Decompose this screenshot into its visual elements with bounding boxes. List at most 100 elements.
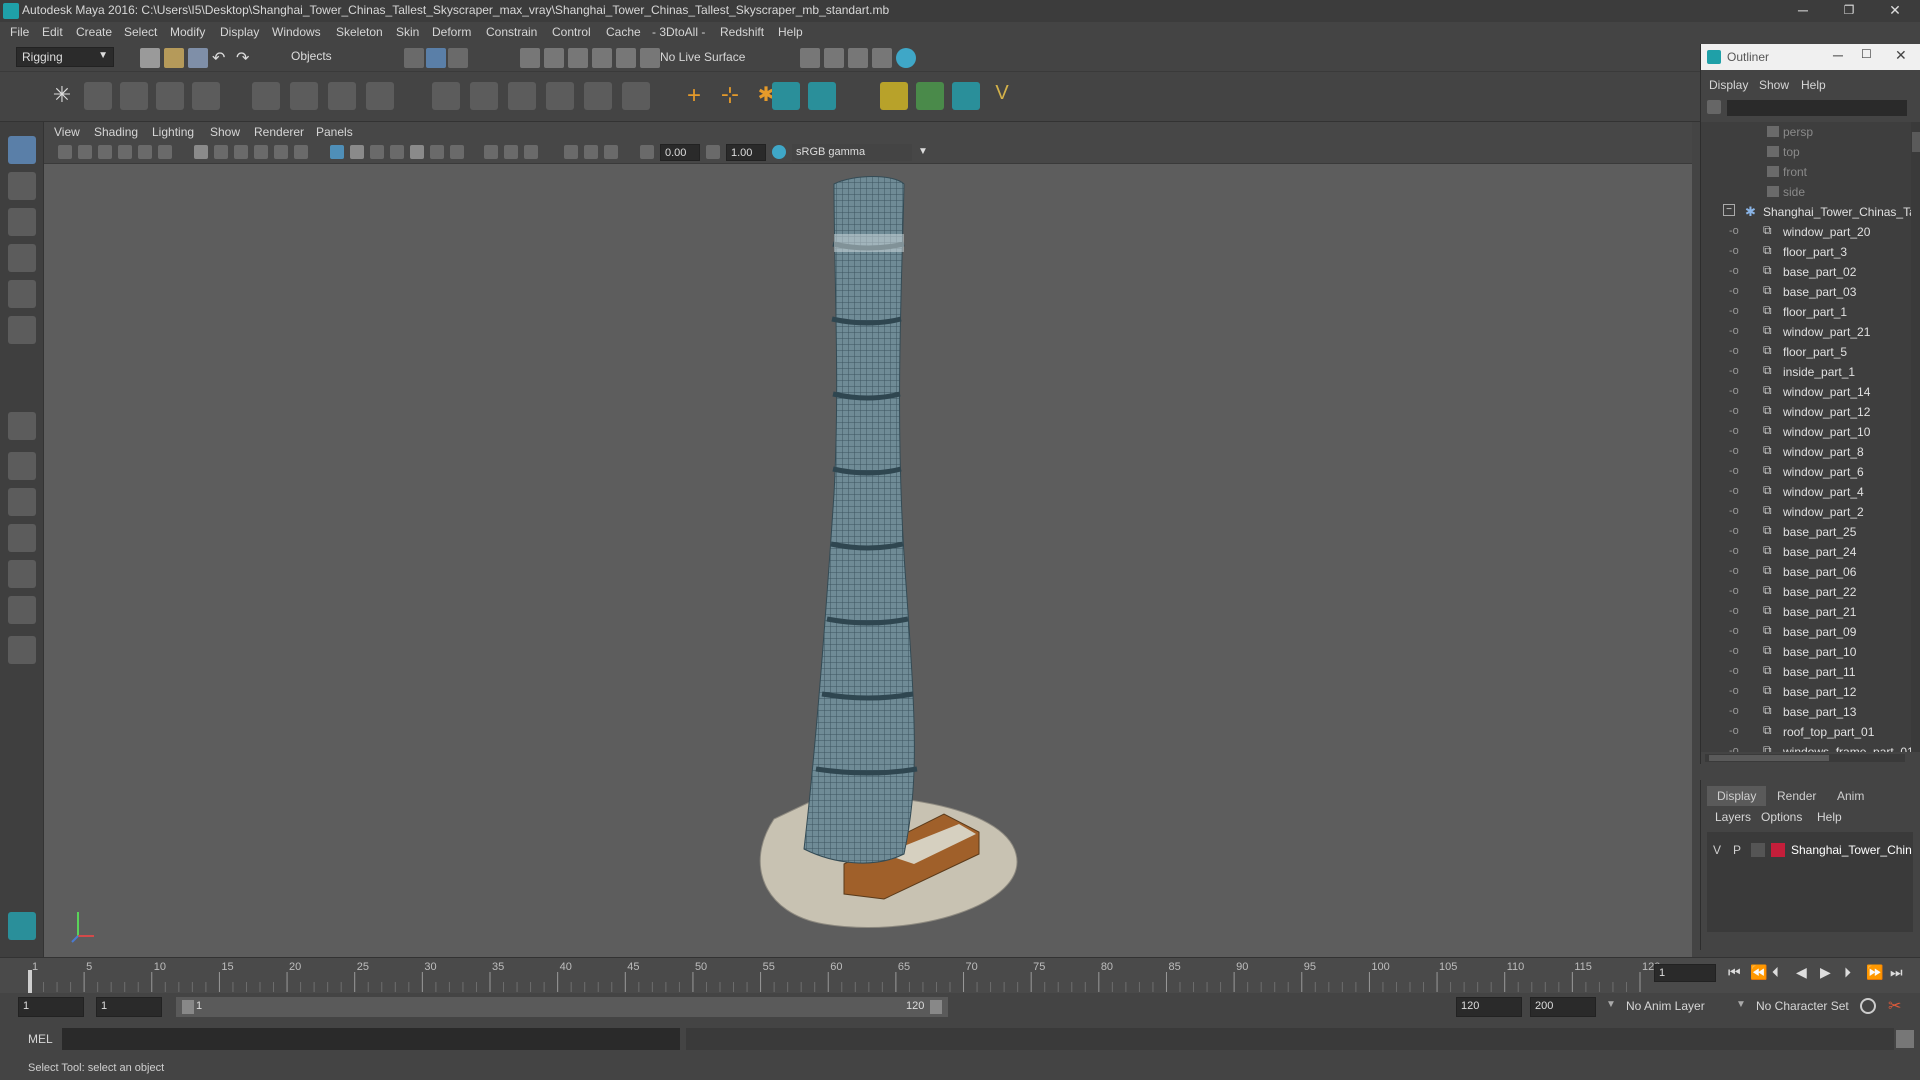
step-forward-icon[interactable]: ⏩ — [1866, 964, 1883, 981]
menu-constrain[interactable]: Constrain — [486, 25, 537, 39]
bookmark-icon[interactable] — [98, 145, 112, 159]
xray-joints-icon[interactable] — [390, 145, 404, 159]
snap-plane-icon[interactable] — [592, 48, 612, 68]
cluster-icon[interactable] — [366, 82, 394, 110]
menu-display[interactable]: Display — [220, 25, 259, 39]
menu-help[interactable]: Help — [778, 25, 803, 39]
rotate-tool-icon[interactable] — [8, 280, 36, 308]
outliner-item[interactable]: -o ⧉ window_part_10 — [1701, 422, 1906, 442]
character-set-dropdown[interactable]: No Character Set — [1756, 999, 1849, 1013]
play-backward-icon[interactable]: ◀ — [1796, 964, 1807, 981]
range-chevron-icon[interactable]: ▼ — [1606, 999, 1616, 1010]
gamma-icon[interactable] — [706, 145, 720, 159]
exposure-field[interactable]: 0.00 — [660, 144, 700, 161]
safe-action-icon[interactable] — [604, 145, 618, 159]
step-back-key-icon[interactable]: ⏴ — [1772, 964, 1779, 981]
gate-mask-icon[interactable] — [564, 145, 578, 159]
layers-menu-help[interactable]: Help — [1817, 810, 1842, 824]
outliner-item[interactable]: -o ⧉ floor_part_1 — [1701, 302, 1906, 322]
outliner-item[interactable]: -o ⧉ base_part_24 — [1701, 542, 1906, 562]
four-view-icon[interactable] — [8, 452, 36, 480]
outliner-item[interactable]: -o ⧉ windows_frame_part_01 — [1701, 742, 1911, 752]
outliner-camera-persp[interactable]: persp — [1701, 122, 1906, 142]
outliner-item[interactable]: -o ⧉ base_part_03 — [1701, 282, 1906, 302]
outliner-maximize-button[interactable]: ☐ — [1861, 47, 1872, 61]
v-shape-icon[interactable]: V — [988, 82, 1016, 110]
parent-constraint-icon[interactable] — [584, 82, 612, 110]
restore-button[interactable]: ❐ — [1826, 0, 1872, 22]
aim-constraint-icon[interactable] — [508, 82, 536, 110]
outliner-item[interactable]: -o ⧉ base_part_13 — [1701, 702, 1906, 722]
ipr-render-icon[interactable] — [848, 48, 868, 68]
ik-spline-icon[interactable] — [120, 82, 148, 110]
outliner-menu-display[interactable]: Display — [1709, 78, 1748, 92]
preferences-icon[interactable]: ✂ — [1888, 996, 1901, 1016]
tower-model[interactable]: persp — [44, 164, 1692, 957]
auto-key-icon[interactable] — [1860, 998, 1876, 1014]
outliner-item[interactable]: -o ⧉ base_part_06 — [1701, 562, 1906, 582]
outliner-menu-help[interactable]: Help — [1801, 78, 1826, 92]
menu-file[interactable]: File — [10, 25, 29, 39]
shadows-icon[interactable] — [294, 145, 308, 159]
motion-blur-icon[interactable] — [450, 145, 464, 159]
outliner-item[interactable]: -o ⧉ base_part_12 — [1701, 682, 1906, 702]
scale-tool-icon[interactable] — [8, 316, 36, 344]
camera-attr-icon[interactable] — [78, 145, 92, 159]
vp-menu-panels[interactable]: Panels — [316, 125, 353, 139]
outliner-item[interactable]: -o ⧉ base_part_22 — [1701, 582, 1906, 602]
single-perspective-icon[interactable] — [8, 412, 36, 440]
depth-of-field-icon[interactable] — [504, 145, 518, 159]
range-start-handle[interactable] — [182, 1000, 194, 1014]
outliner-item[interactable]: -o ⧉ base_part_09 — [1701, 622, 1906, 642]
layers-menu-layers[interactable]: Layers — [1715, 810, 1751, 824]
custom-layout-icon[interactable] — [8, 636, 36, 664]
select-object-icon[interactable] — [426, 48, 446, 68]
snap-point-icon[interactable] — [568, 48, 588, 68]
viewport-panel[interactable]: View Shading Lighting Show Renderer Pane… — [44, 122, 1692, 957]
outliner-item[interactable]: -o ⧉ window_part_6 — [1701, 462, 1906, 482]
step-forward-key-icon[interactable]: ⏵ — [1844, 964, 1851, 981]
outliner-layout-icon[interactable] — [8, 596, 36, 624]
pole-vector-icon[interactable] — [622, 82, 650, 110]
go-to-end-icon[interactable]: ⏭ — [1890, 964, 1903, 981]
range-slider[interactable]: 1 120 — [176, 997, 948, 1017]
persp-outliner-icon[interactable] — [8, 488, 36, 516]
select-tool-icon[interactable] — [8, 136, 36, 164]
outliner-item[interactable]: -o ⧉ base_part_02 — [1701, 262, 1906, 282]
isolate-icon[interactable] — [410, 145, 424, 159]
selection-mode-dropdown[interactable]: Objects — [286, 47, 378, 67]
menu-set-dropdown[interactable]: Rigging ▼ — [16, 47, 114, 67]
render-frame-icon[interactable] — [824, 48, 844, 68]
default-material-icon[interactable] — [234, 145, 248, 159]
quick-rig-icon[interactable] — [880, 82, 908, 110]
menu-3dtoall[interactable]: - 3DtoAll - — [652, 25, 705, 39]
playback-end-field[interactable]: 120 — [1456, 997, 1522, 1017]
ik-handle-icon[interactable] — [84, 82, 112, 110]
outliner-item[interactable]: -o ⧉ window_part_8 — [1701, 442, 1906, 462]
orient-joint-icon[interactable] — [192, 82, 220, 110]
outliner-menu-show[interactable]: Show — [1759, 78, 1789, 92]
hypershade-icon[interactable] — [896, 48, 916, 68]
outliner-vscroll-thumb[interactable] — [1912, 132, 1920, 152]
wireframe-icon[interactable] — [194, 145, 208, 159]
persp-graph-icon[interactable] — [8, 524, 36, 552]
snap-surface-icon[interactable] — [616, 48, 636, 68]
camera-select-icon[interactable] — [58, 145, 72, 159]
outliner-item[interactable]: -o ⧉ window_part_12 — [1701, 402, 1906, 422]
anim-layer-chevron-icon[interactable]: ▼ — [1736, 999, 1746, 1010]
menu-control[interactable]: Control — [552, 25, 591, 39]
joint-tool-icon[interactable]: ✳ — [48, 82, 76, 110]
layer-visibility-toggle[interactable]: V — [1713, 843, 1721, 857]
paint-weights-icon[interactable] — [328, 82, 356, 110]
new-scene-icon[interactable] — [140, 48, 160, 68]
anim-layer-dropdown[interactable]: No Anim Layer — [1626, 999, 1705, 1013]
outliner-group[interactable]: − ✱ Shanghai_Tower_Chinas_Tal — [1701, 202, 1911, 222]
paint-select-icon[interactable] — [8, 208, 36, 236]
xray-icon[interactable] — [330, 145, 344, 159]
lattice-icon[interactable] — [432, 82, 460, 110]
render-settings-icon[interactable] — [800, 48, 820, 68]
outliner-hscrollbar[interactable] — [1705, 754, 1905, 762]
render-view-icon[interactable] — [872, 48, 892, 68]
hik-character-icon[interactable] — [772, 82, 800, 110]
time-slider-ruler[interactable]: 1 5 10 15 20 25 30 35 40 45 50 55 60 65 70 75 80 85 90 95 10… — [0, 958, 1660, 994]
